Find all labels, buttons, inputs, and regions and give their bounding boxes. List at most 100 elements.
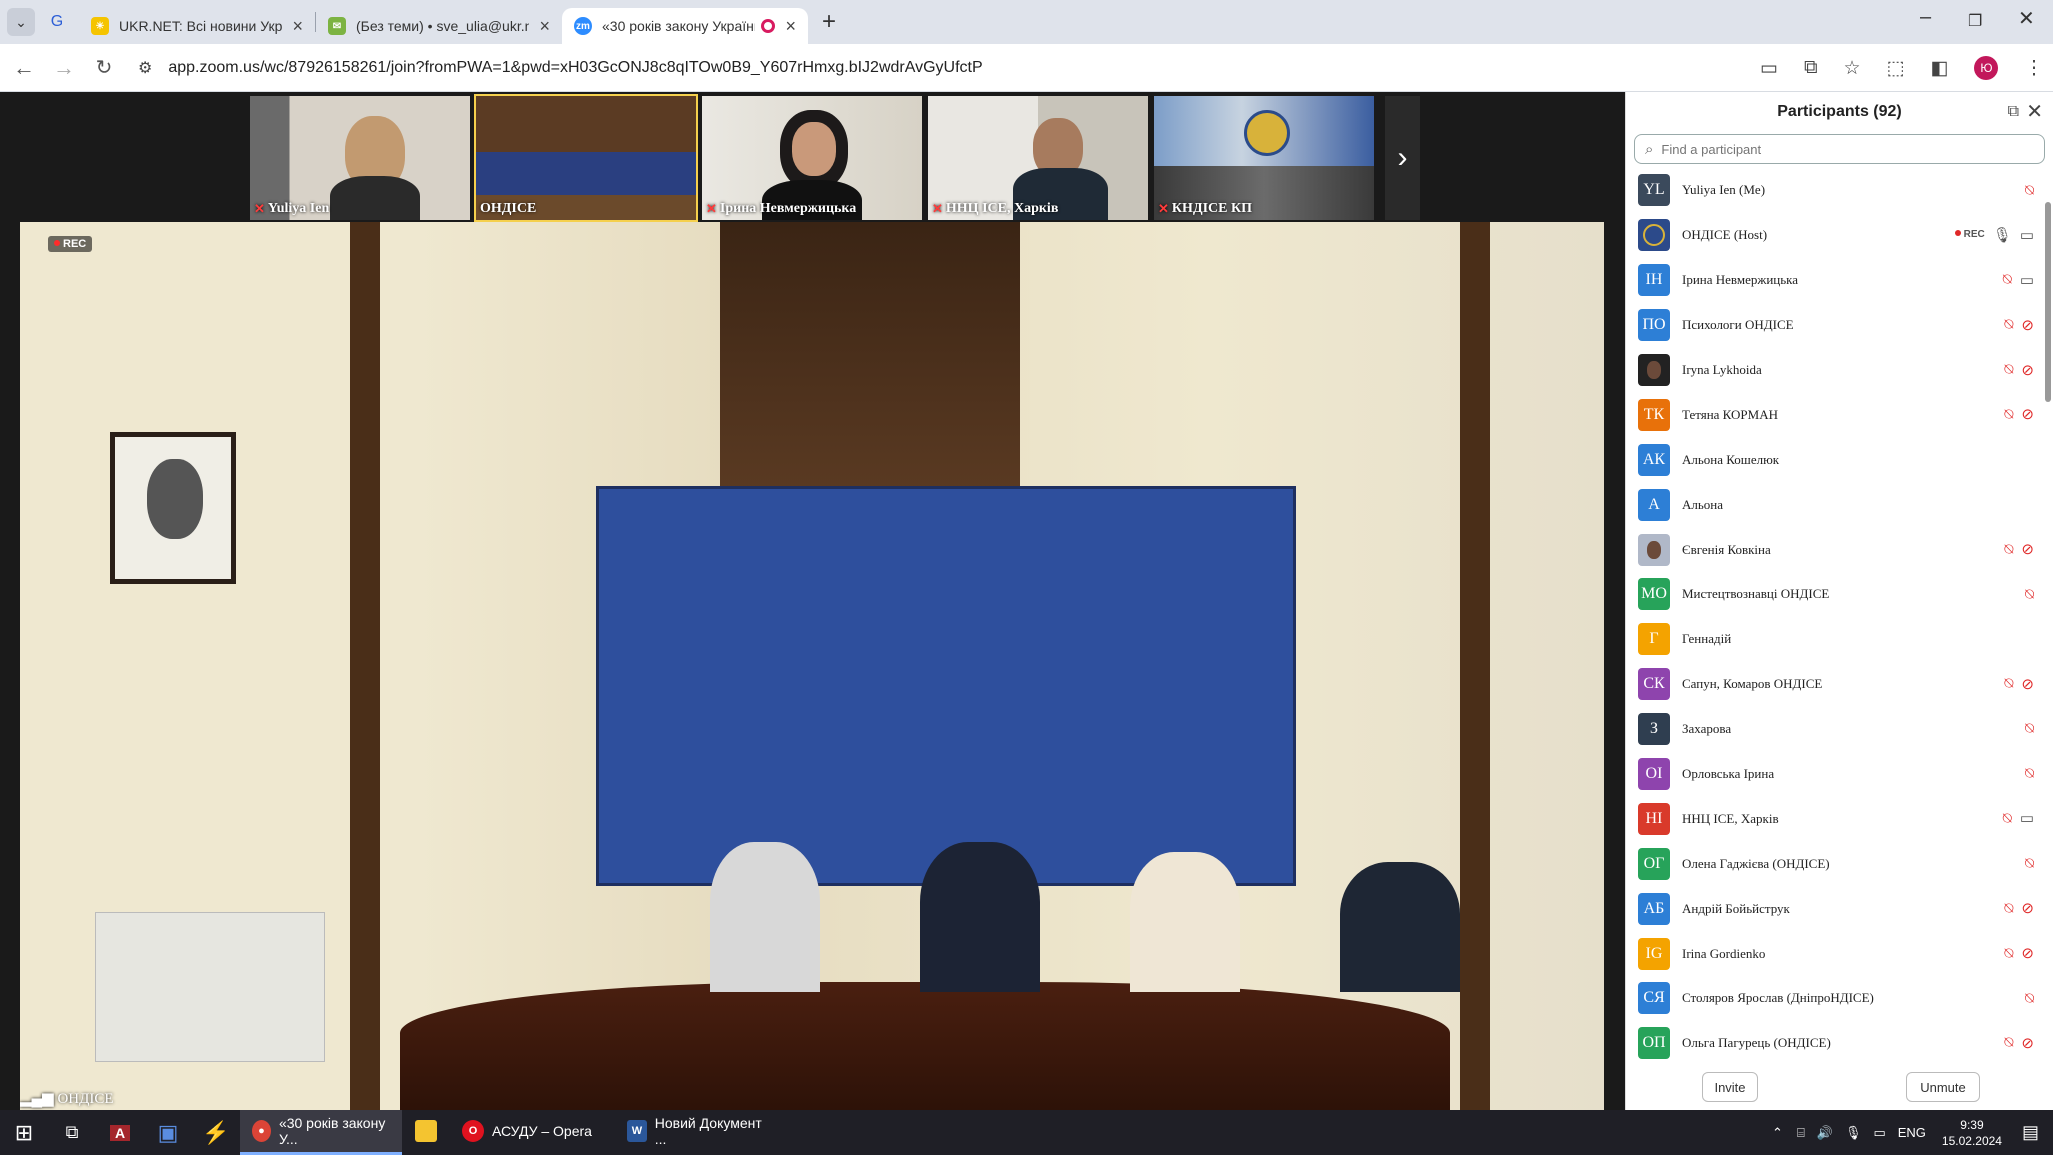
volume-icon[interactable]: 🔊 xyxy=(1817,1125,1833,1141)
participant-row[interactable]: IG Irina Gordienko ⍉ ⊘ xyxy=(1626,931,2053,976)
minimize-button[interactable]: – xyxy=(1920,6,1931,29)
participant-row[interactable]: ПО Психологи ОНДІСЕ ⍉ ⊘ xyxy=(1626,303,2053,348)
video-off-icon[interactable]: ⊘ xyxy=(2021,944,2034,962)
search-input[interactable] xyxy=(1661,141,2002,157)
video-thumbnail[interactable]: ✕ ННЦ ІСЕ, Харків xyxy=(928,96,1148,220)
participant-row[interactable]: Iryna Lykhoida ⍉ ⊘ xyxy=(1626,348,2053,393)
video-off-icon[interactable]: ⊘ xyxy=(2021,405,2034,423)
participant-row[interactable]: НІ ННЦ ІСЕ, Харків ⍉ ▭ xyxy=(1626,796,2053,841)
translate-icon[interactable]: G xyxy=(35,13,79,31)
menu-dots-icon[interactable]: ⋮ xyxy=(2024,57,2043,80)
video-on-icon[interactable]: ▭ xyxy=(2020,271,2034,289)
save-app-icon[interactable]: ▣ xyxy=(144,1110,192,1155)
new-tab-button[interactable]: + xyxy=(822,8,836,36)
participant-row[interactable]: ОІ Орловська Ірина ⍉ xyxy=(1626,752,2053,797)
tab-mail[interactable]: ✉ (Без теми) • sve_ulia@ukr.net × xyxy=(316,8,562,44)
participant-row[interactable]: Г Геннадій xyxy=(1626,617,2053,662)
unmute-all-button[interactable]: Unmute xyxy=(1906,1072,1980,1102)
video-off-icon[interactable]: ⊘ xyxy=(2021,675,2034,693)
display-icon[interactable]: ▭ xyxy=(1873,1125,1885,1141)
bookmark-star-icon[interactable]: ☆ xyxy=(1844,57,1861,80)
mic-off-icon[interactable]: ⍉ xyxy=(2025,182,2034,199)
mic-off-icon[interactable]: ⍉ xyxy=(2004,541,2013,558)
taskbar-app-folder[interactable] xyxy=(402,1110,450,1155)
mic-off-icon[interactable]: ⍉ xyxy=(2025,765,2034,782)
participant-row[interactable]: ТК Тетяна КОРМАН ⍉ ⊘ xyxy=(1626,392,2053,437)
task-view-icon[interactable]: ⧉ xyxy=(48,1110,96,1155)
video-off-icon[interactable]: ⊘ xyxy=(2021,540,2034,558)
video-off-icon[interactable]: ⊘ xyxy=(2021,316,2034,334)
mic-off-icon[interactable]: ⍉ xyxy=(2003,271,2012,288)
video-on-icon[interactable]: ▭ xyxy=(2020,809,2034,827)
clock[interactable]: 9:39 15.02.2024 xyxy=(1942,1117,2002,1149)
extensions-icon[interactable]: ⬚ xyxy=(1887,57,1905,80)
close-window-button[interactable]: ✕ xyxy=(2018,6,2035,31)
participant-search[interactable]: ⌕ xyxy=(1634,134,2045,164)
participant-row[interactable]: СЯ Столяров Ярослав (ДніпроНДІСЕ) ⍉ xyxy=(1626,976,2053,1021)
restore-button[interactable]: ❐ xyxy=(1968,11,1982,31)
mic-off-icon[interactable]: ⍉ xyxy=(2004,361,2013,378)
start-icon[interactable]: ⊞ xyxy=(0,1110,48,1155)
invite-button[interactable]: Invite xyxy=(1702,1072,1758,1102)
participant-row[interactable]: ОП Ольга Пагурець (ОНДІСЕ) ⍉ ⊘ xyxy=(1626,1021,2053,1066)
mic-off-icon[interactable]: ⍉ xyxy=(2004,406,2013,423)
side-panel-icon[interactable]: ◧ xyxy=(1931,57,1949,80)
video-thumbnail[interactable]: ✕ Ірина Невмержицька xyxy=(702,96,922,220)
next-page-button[interactable]: › xyxy=(1385,96,1420,220)
video-on-icon[interactable]: ▭ xyxy=(2020,226,2034,244)
mic-off-icon[interactable]: ⍉ xyxy=(2025,720,2034,737)
mic-off-icon[interactable]: ⍉ xyxy=(2025,855,2034,872)
profile-avatar[interactable]: Ю xyxy=(1974,56,1999,80)
mic-off-icon[interactable]: ⍉ xyxy=(2025,586,2034,603)
taskbar-app-chrome[interactable]: ● «30 років закону У... xyxy=(240,1110,402,1155)
participant-row[interactable]: АБ Андрій Бойьйструк ⍉ ⊘ xyxy=(1626,886,2053,931)
notifications-icon[interactable]: ▤ xyxy=(2022,1122,2039,1143)
tab-ukrnet[interactable]: ☀ UKR.NET: Всі новини України, × xyxy=(79,8,315,44)
participant-row[interactable]: ОНДІСЕ (Host) REC 🎙 ▭ xyxy=(1626,213,2053,258)
close-icon[interactable]: × xyxy=(785,16,796,37)
participant-row[interactable]: МО Мистецтвознавці ОНДІСЕ ⍉ xyxy=(1626,572,2053,617)
tab-zoom[interactable]: zm «30 років закону України × xyxy=(562,8,808,44)
translate-page-icon[interactable]: ⧉ xyxy=(1804,57,1818,79)
video-thumbnail[interactable]: ОНДІСЕ xyxy=(474,94,698,222)
site-info-icon[interactable]: ⚙ xyxy=(138,58,152,78)
video-off-icon[interactable]: ⊘ xyxy=(2021,899,2034,917)
tool-app-icon[interactable]: ⚡ xyxy=(192,1110,240,1155)
network-icon[interactable]: ⌸ xyxy=(1797,1125,1805,1141)
participant-row[interactable]: З Захарова ⍉ xyxy=(1626,707,2053,752)
close-icon[interactable]: × xyxy=(292,16,303,37)
scrollbar[interactable] xyxy=(2045,202,2051,402)
microphone-icon[interactable]: 🎙 xyxy=(1845,1125,1862,1141)
popout-icon[interactable]: ⧉ xyxy=(2008,92,2019,132)
access-app-icon[interactable]: A xyxy=(96,1110,144,1155)
mic-off-icon[interactable]: ⍉ xyxy=(2004,1034,2013,1051)
participant-row[interactable]: СК Сапун, Комаров ОНДІСЕ ⍉ ⊘ xyxy=(1626,662,2053,707)
reload-button[interactable]: ↻ xyxy=(84,55,124,80)
video-thumbnail[interactable]: ✕ КНДІСЕ КП xyxy=(1154,96,1374,220)
participant-row[interactable]: АК Альона Кошелюк xyxy=(1626,437,2053,482)
forward-button[interactable]: → xyxy=(44,55,84,81)
taskbar-app-word[interactable]: W Новий Документ ... xyxy=(615,1110,777,1155)
video-off-icon[interactable]: ⊘ xyxy=(2021,361,2034,379)
participant-row[interactable]: YL Yuliya Ien (Me) ⍉ xyxy=(1626,168,2053,213)
participant-row[interactable]: ІН Ірина Невмержицька ⍉ ▭ xyxy=(1626,258,2053,303)
mic-on-icon[interactable]: 🎙 xyxy=(1993,226,2012,244)
tab-search-button[interactable]: ⌄ xyxy=(7,8,35,36)
participant-row[interactable]: Євгенія Ковкіна ⍉ ⊘ xyxy=(1626,527,2053,572)
close-icon[interactable]: ✕ xyxy=(2026,92,2043,132)
mic-off-icon[interactable]: ⍉ xyxy=(2025,990,2034,1007)
url-field[interactable]: ⚙ app.zoom.us/wc/87926158261/join?fromPW… xyxy=(138,58,983,78)
mic-off-icon[interactable]: ⍉ xyxy=(2004,900,2013,917)
participant-row[interactable]: ОГ Олена Гаджієва (ОНДІСЕ) ⍉ xyxy=(1626,841,2053,886)
mic-off-icon[interactable]: ⍉ xyxy=(2004,945,2013,962)
back-button[interactable]: ← xyxy=(4,55,44,81)
cast-icon[interactable]: ▭ xyxy=(1760,57,1778,80)
mic-off-icon[interactable]: ⍉ xyxy=(2004,316,2013,333)
participant-row[interactable]: А Альона xyxy=(1626,482,2053,527)
close-icon[interactable]: × xyxy=(539,16,550,37)
language-indicator[interactable]: ENG xyxy=(1898,1125,1926,1140)
video-off-icon[interactable]: ⊘ xyxy=(2021,1034,2034,1052)
taskbar-app-opera[interactable]: O АСУДУ – Opera xyxy=(450,1110,615,1155)
mic-off-icon[interactable]: ⍉ xyxy=(2003,810,2012,827)
video-thumbnail[interactable]: ✕ Yuliya Ien xyxy=(250,96,470,220)
